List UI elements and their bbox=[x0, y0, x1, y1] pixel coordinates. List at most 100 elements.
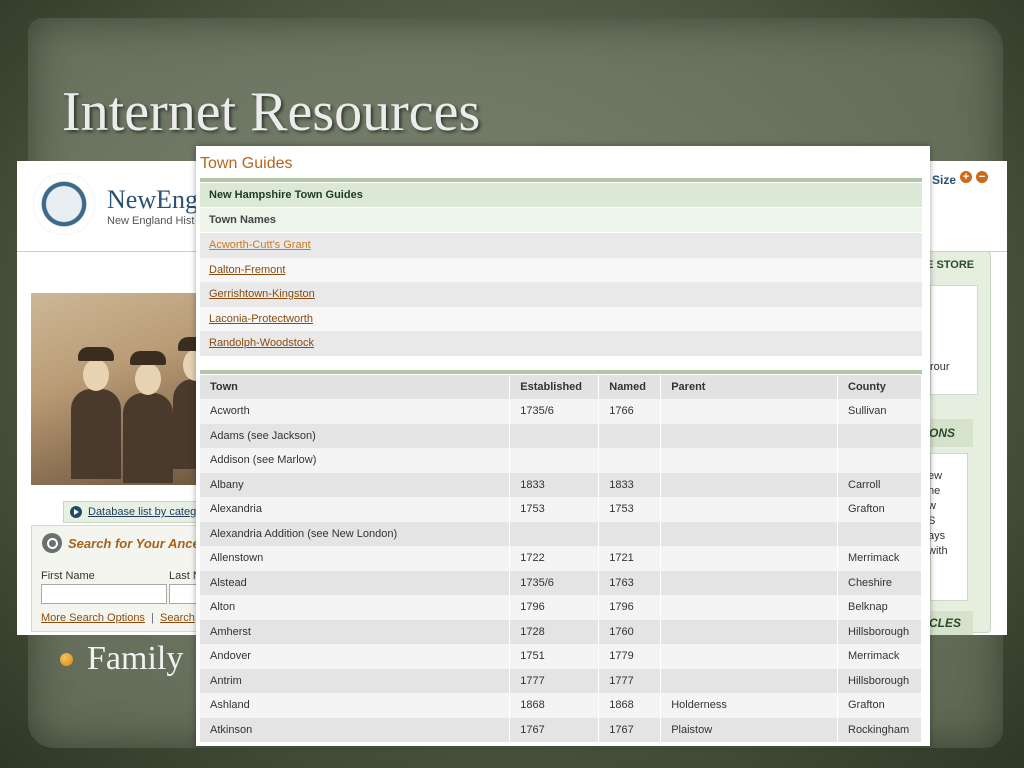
cell-town: Adams (see Jackson) bbox=[200, 423, 511, 448]
table-row: Acworth 1735/6 1766 Sullivan bbox=[200, 399, 922, 424]
cell-established: 1722 bbox=[509, 546, 600, 571]
cell-named: 1766 bbox=[598, 399, 662, 424]
cell-established: 1735/6 bbox=[509, 399, 600, 424]
table-row: Alexandria 1753 1753 Grafton bbox=[200, 497, 922, 522]
rail-line: w bbox=[928, 500, 936, 512]
town-guides-panel: Town Guides New Hampshire Town Guides To… bbox=[196, 146, 930, 746]
table-row: Alstead 1735/6 1763 Cheshire bbox=[200, 570, 922, 595]
cell-town: Acworth bbox=[200, 399, 511, 424]
table-row: Addison (see Marlow) bbox=[200, 448, 922, 473]
cell-parent bbox=[660, 448, 838, 473]
minus-icon[interactable]: − bbox=[976, 171, 988, 183]
table-row: Allenstown 1722 1721 Merrimack bbox=[200, 546, 922, 571]
table-header-row: Town Established Named Parent County bbox=[200, 375, 922, 399]
cell-established bbox=[509, 423, 600, 448]
cell-named: 1833 bbox=[598, 472, 662, 497]
cell-named bbox=[598, 423, 662, 448]
town-names-heading: Town Names bbox=[200, 208, 922, 232]
cell-parent bbox=[660, 472, 838, 497]
more-search-options-link[interactable]: More Search Options bbox=[41, 612, 145, 624]
cell-named: 1779 bbox=[598, 644, 662, 669]
table-row: Atkinson 1767 1767 Plaistow Rockingham bbox=[200, 717, 922, 742]
rail-line: ew bbox=[928, 470, 943, 482]
cell-county: Carroll bbox=[837, 472, 922, 497]
cell-county bbox=[837, 448, 922, 473]
cell-town: Alstead bbox=[200, 570, 511, 595]
slide-title: Internet Resources bbox=[62, 81, 481, 143]
table-row: Albany 1833 1833 Carroll bbox=[200, 472, 922, 497]
cell-county: Grafton bbox=[837, 497, 922, 522]
photo-figure-head bbox=[83, 359, 109, 391]
section-divider bbox=[200, 370, 922, 374]
town-range-link[interactable]: Gerrishtown-Kingston bbox=[209, 288, 315, 300]
section-divider bbox=[200, 178, 922, 182]
photo-figure-head bbox=[135, 363, 161, 395]
cell-county: Merrimack bbox=[837, 546, 922, 571]
rail-line: ays bbox=[928, 530, 946, 542]
cell-named: 1721 bbox=[598, 546, 662, 571]
cell-county: Hillsborough bbox=[837, 619, 922, 644]
search-link[interactable]: Search bbox=[160, 612, 195, 624]
table-row: Ashland 1868 1868 Holderness Grafton bbox=[200, 693, 922, 718]
town-range-link[interactable]: Randolph-Woodstock bbox=[209, 337, 314, 349]
cell-named bbox=[598, 448, 662, 473]
cell-established: 1796 bbox=[509, 595, 600, 620]
store-heading[interactable]: IE STORE bbox=[923, 259, 974, 271]
cell-established: 1767 bbox=[509, 717, 600, 742]
town-range-link[interactable]: Dalton-Fremont bbox=[209, 264, 285, 276]
town-range-link[interactable]: Acworth-Cutt's Grant bbox=[209, 239, 311, 251]
table-row: Andover 1751 1779 Merrimack bbox=[200, 644, 922, 669]
cell-county bbox=[837, 521, 922, 546]
cell-named: 1868 bbox=[598, 693, 662, 718]
cell-established: 1777 bbox=[509, 668, 600, 693]
list-item: Randolph-Woodstock bbox=[200, 331, 922, 356]
site-name: NewEng bbox=[107, 185, 198, 214]
cell-town: Amherst bbox=[200, 619, 511, 644]
search-panel-title: Search for Your Ancest bbox=[68, 536, 212, 551]
plus-icon[interactable]: + bbox=[960, 171, 972, 183]
column-header-parent: Parent bbox=[660, 375, 838, 399]
cell-named: 1796 bbox=[598, 595, 662, 620]
photo-figure bbox=[123, 393, 173, 483]
column-header-named: Named bbox=[598, 375, 662, 399]
cell-county: Grafton bbox=[837, 693, 922, 718]
town-range-link[interactable]: Laconia-Protectworth bbox=[209, 313, 313, 325]
cell-established bbox=[509, 448, 600, 473]
table-row: Alton 1796 1796 Belknap bbox=[200, 595, 922, 620]
cell-established: 1751 bbox=[509, 644, 600, 669]
first-name-label: First Name bbox=[41, 570, 95, 582]
rail-line: ne bbox=[928, 485, 941, 497]
list-item: Laconia-Protectworth bbox=[200, 306, 922, 331]
historic-photo bbox=[31, 293, 223, 485]
cell-named: 1777 bbox=[598, 668, 662, 693]
cell-parent bbox=[660, 521, 838, 546]
cell-county: Rockingham bbox=[837, 717, 922, 742]
cell-parent bbox=[660, 644, 838, 669]
cell-parent bbox=[660, 399, 838, 424]
table-row: Antrim 1777 1777 Hillsborough bbox=[200, 668, 922, 693]
cell-named bbox=[598, 521, 662, 546]
cell-established: 1735/6 bbox=[509, 570, 600, 595]
magnifier-icon bbox=[42, 533, 62, 553]
cell-town: Atkinson bbox=[200, 717, 511, 742]
state-guides-heading: New Hampshire Town Guides bbox=[200, 183, 922, 207]
first-name-input[interactable] bbox=[41, 584, 167, 604]
list-item: Acworth-Cutt's Grant bbox=[200, 233, 922, 258]
rail-line: with bbox=[928, 545, 948, 557]
towns-table: Town Established Named Parent County Acw… bbox=[200, 375, 922, 742]
rail-heading: ONS bbox=[923, 419, 973, 447]
photo-figure bbox=[71, 389, 121, 479]
cell-town: Antrim bbox=[200, 668, 511, 693]
column-header-county: County bbox=[837, 375, 922, 399]
table-row: Amherst 1728 1760 Hillsborough bbox=[200, 619, 922, 644]
cell-county: Merrimack bbox=[837, 644, 922, 669]
cell-county: Cheshire bbox=[837, 570, 922, 595]
cell-county: Belknap bbox=[837, 595, 922, 620]
cell-established bbox=[509, 521, 600, 546]
database-list-link[interactable]: Database list by catego bbox=[88, 506, 202, 518]
bowler-hat bbox=[78, 347, 114, 361]
bowler-hat bbox=[130, 351, 166, 365]
rail-text: rour bbox=[930, 361, 950, 373]
cell-named: 1760 bbox=[598, 619, 662, 644]
cell-town: Ashland bbox=[200, 693, 511, 718]
